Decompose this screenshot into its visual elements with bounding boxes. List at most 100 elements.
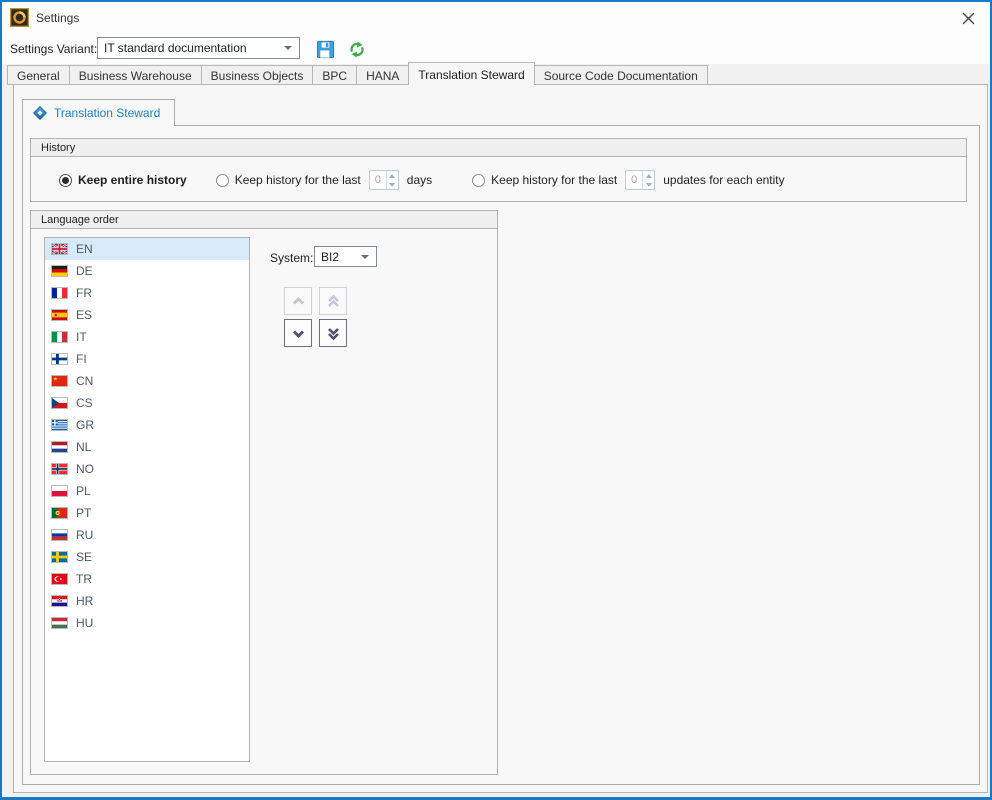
chevron-down-icon [361, 255, 369, 259]
language-list-item-nl[interactable]: NL [45, 436, 249, 458]
radio-keep-entire-history[interactable]: Keep entire history [59, 173, 187, 187]
language-list-item-es[interactable]: ES [45, 304, 249, 326]
language-code-label: NL [76, 440, 91, 454]
language-code-label: CN [76, 374, 93, 388]
spinner-down-icon[interactable] [643, 180, 654, 189]
flag-icon [51, 573, 68, 585]
move-to-bottom-button[interactable] [319, 319, 347, 347]
move-down-button[interactable] [284, 319, 312, 347]
language-list-item-gr[interactable]: GR [45, 414, 249, 436]
radio-label: Keep history for the last [491, 173, 617, 187]
radio-keep-history-days[interactable]: Keep history for the last 0 days [216, 170, 432, 190]
radio-label: Keep entire history [78, 173, 187, 187]
language-list-item-cs[interactable]: CS [45, 392, 249, 414]
settings-variant-value: IT standard documentation [98, 41, 284, 55]
language-code-label: TR [76, 572, 92, 586]
language-list-item-fr[interactable]: FR [45, 282, 249, 304]
days-suffix-label: days [407, 173, 432, 187]
language-list-item-it[interactable]: IT [45, 326, 249, 348]
history-options: Keep entire history Keep history for the… [31, 157, 966, 203]
move-up-button[interactable] [284, 287, 312, 315]
language-list-item-ru[interactable]: RU [45, 524, 249, 546]
save-button[interactable] [312, 36, 338, 62]
settings-variant-label: Settings Variant: [10, 42, 97, 56]
flag-icon [51, 507, 68, 519]
app-icon [10, 8, 29, 27]
tab-translation-steward-inner[interactable]: Translation Steward [22, 99, 175, 126]
flag-icon [51, 463, 68, 475]
flag-icon [51, 595, 68, 607]
language-order-title: Language order [31, 214, 119, 226]
move-to-top-button[interactable] [319, 287, 347, 315]
close-button[interactable] [952, 6, 984, 30]
language-code-label: FI [76, 352, 87, 366]
refresh-icon [347, 39, 367, 60]
flag-icon [51, 353, 68, 365]
flag-icon [51, 617, 68, 629]
double-chevron-down-icon [325, 325, 342, 342]
radio-icon[interactable] [216, 174, 229, 187]
tab-hana[interactable]: HANA [356, 65, 409, 85]
settings-variant-select[interactable]: IT standard documentation [97, 37, 300, 59]
spinner-down-icon[interactable] [387, 180, 398, 189]
chevron-down-icon [290, 325, 307, 342]
language-list-item-pl[interactable]: PL [45, 480, 249, 502]
language-code-label: PL [76, 484, 91, 498]
language-list-item-de[interactable]: DE [45, 260, 249, 282]
flag-icon [51, 243, 68, 255]
radio-icon[interactable] [59, 174, 72, 187]
system-select[interactable]: BI2 [314, 246, 377, 267]
language-code-label: HR [76, 594, 93, 608]
spinner-up-icon[interactable] [387, 171, 398, 180]
updates-spinner[interactable]: 0 [625, 170, 655, 190]
refresh-button[interactable] [344, 36, 370, 62]
history-group-header: History [31, 139, 966, 157]
chevron-up-icon [290, 293, 307, 310]
history-group: History Keep entire history Keep history… [30, 138, 967, 202]
tab-page: Translation Steward History Keep entire … [13, 84, 988, 793]
tab-translation-steward[interactable]: Translation Steward [408, 62, 534, 85]
save-icon [315, 39, 336, 60]
flag-icon [51, 485, 68, 497]
language-code-label: NO [76, 462, 94, 476]
language-list-item-hu[interactable]: HU [45, 612, 249, 634]
radio-icon[interactable] [472, 174, 485, 187]
days-spinner-value: 0 [370, 171, 386, 189]
tab-label: Translation Steward [418, 68, 524, 82]
language-list[interactable]: EN DE FR ES IT FI CN CS GR NL NO PL PT R… [44, 237, 250, 762]
tab-business-warehouse[interactable]: Business Warehouse [69, 65, 202, 85]
flag-icon [51, 287, 68, 299]
updates-suffix-label: updates for each entity [663, 173, 784, 187]
tab-label: General [17, 69, 60, 83]
radio-keep-history-updates[interactable]: Keep history for the last 0 updates for … [472, 170, 785, 190]
inner-tab-label: Translation Steward [54, 106, 160, 120]
tab-general[interactable]: General [7, 65, 70, 85]
language-list-item-cn[interactable]: CN [45, 370, 249, 392]
flag-icon [51, 529, 68, 541]
diamond-icon [33, 106, 47, 120]
double-chevron-up-icon [325, 293, 342, 310]
flag-icon [51, 309, 68, 321]
flag-icon [51, 375, 68, 387]
flag-icon [51, 331, 68, 343]
language-list-item-fi[interactable]: FI [45, 348, 249, 370]
language-list-item-se[interactable]: SE [45, 546, 249, 568]
language-list-item-pt[interactable]: PT [45, 502, 249, 524]
translation-steward-panel: History Keep entire history Keep history… [22, 125, 980, 785]
window-title: Settings [36, 11, 79, 25]
flag-icon [51, 265, 68, 277]
language-list-item-tr[interactable]: TR [45, 568, 249, 590]
flag-icon [51, 397, 68, 409]
language-list-item-no[interactable]: NO [45, 458, 249, 480]
chevron-down-icon [284, 46, 292, 50]
tab-label: Business Warehouse [79, 69, 192, 83]
days-spinner[interactable]: 0 [369, 170, 399, 190]
language-list-item-hr[interactable]: HR [45, 590, 249, 612]
language-order-group: Language order EN DE FR ES IT FI CN CS G… [30, 210, 498, 775]
language-list-item-en[interactable]: EN [45, 238, 249, 260]
tab-business-objects[interactable]: Business Objects [201, 65, 314, 85]
system-label: System: [270, 251, 313, 265]
tab-bpc[interactable]: BPC [312, 65, 357, 85]
spinner-up-icon[interactable] [643, 171, 654, 180]
tab-source-code-documentation[interactable]: Source Code Documentation [534, 65, 708, 85]
